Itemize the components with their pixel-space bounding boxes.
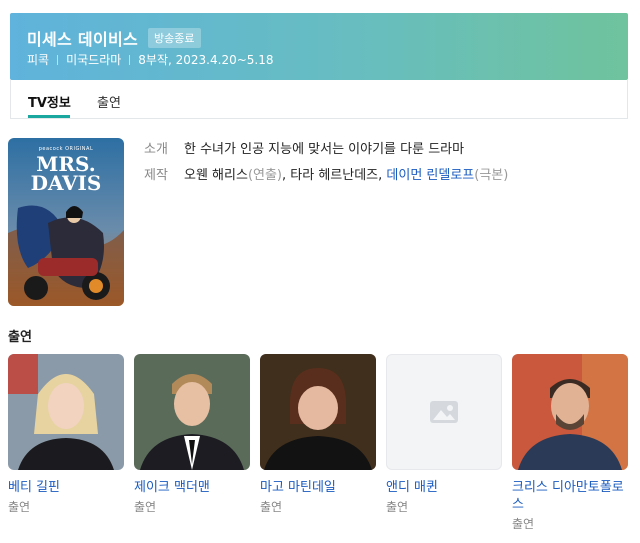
- cast-section-title: 출연: [8, 330, 32, 345]
- production-row: 제작 오웬 해리스(연출), 타라 헤르난데즈, 데이먼 린델로프(극본): [144, 163, 508, 189]
- credit-role: (극본): [474, 168, 509, 183]
- cast-card[interactable]: 베티 길핀 출연: [8, 354, 124, 515]
- program-meta: 피콕 미국드라마 8부작, 2023.4.20~5.18: [27, 51, 274, 68]
- cast-photo[interactable]: [134, 354, 250, 470]
- cast-role: 출연: [134, 500, 157, 514]
- cast-card[interactable]: 마고 마틴데일 출연: [260, 354, 376, 515]
- cast-photo-image: [8, 354, 124, 470]
- active-tab-indicator: [28, 115, 70, 118]
- cast-name[interactable]: 베티 길핀: [8, 479, 124, 496]
- title-row: 미세스 데이비스 방송종료: [27, 26, 201, 50]
- production-credits: 오웬 해리스(연출), 타라 헤르난데즈, 데이먼 린델로프(극본): [184, 163, 508, 189]
- cast-photo[interactable]: [260, 354, 376, 470]
- tab-bar: TV정보 출연: [10, 80, 628, 119]
- summary-text: 한 수녀가 인공 지능에 맞서는 이야기를 다룬 드라마: [184, 142, 465, 157]
- episodes-dates: 8부작, 2023.4.20~5.18: [138, 53, 274, 67]
- cast-card[interactable]: 제이크 맥더맨 출연: [134, 354, 250, 515]
- summary-row: 소개 한 수녀가 인공 지능에 맞서는 이야기를 다룬 드라마: [144, 137, 508, 163]
- tab-tv-info[interactable]: TV정보: [28, 92, 71, 111]
- cast-name[interactable]: 마고 마틴데일: [260, 479, 376, 496]
- credit-name: 오웬 해리스: [184, 168, 248, 183]
- cast-photo-image: [134, 354, 250, 470]
- cast-photo-image: [260, 354, 376, 470]
- program-header: 미세스 데이비스 방송종료 피콕 미국드라마 8부작, 2023.4.20~5.…: [10, 13, 628, 80]
- program-title[interactable]: 미세스 데이비스: [27, 26, 138, 50]
- cast-card[interactable]: 앤디 매퀸 출연: [386, 354, 502, 515]
- summary-label: 소개: [144, 142, 168, 157]
- credit-name-link[interactable]: 데이먼 린델로프: [386, 168, 474, 183]
- cast-photo[interactable]: [8, 354, 124, 470]
- tab-cast[interactable]: 출연: [97, 92, 121, 111]
- cast-name[interactable]: 제이크 맥더맨: [134, 479, 250, 496]
- image-placeholder-icon: [430, 401, 458, 423]
- meta-divider: [57, 54, 59, 65]
- cast-role: 출연: [512, 517, 535, 531]
- cast-photo-image: [512, 354, 628, 470]
- cast-card[interactable]: 크리스 디아만토폴로스 출연: [512, 354, 628, 532]
- poster-title-line2: DAVIS: [30, 171, 102, 195]
- cast-name[interactable]: 크리스 디아만토폴로스: [512, 479, 628, 513]
- credit-role: (연출): [247, 168, 283, 183]
- cast-role: 출연: [260, 500, 283, 514]
- cast-role: 출연: [8, 500, 31, 514]
- credit-name: 타라 헤르난데즈: [290, 168, 379, 183]
- poster-image[interactable]: peacock ORIGINAL MRS. DAVIS: [8, 138, 124, 306]
- cast-photo[interactable]: [512, 354, 628, 470]
- program-info: 소개 한 수녀가 인공 지능에 맞서는 이야기를 다룬 드라마 제작 오웬 해리…: [144, 137, 508, 189]
- network-label: 피콕: [27, 53, 50, 67]
- cast-name[interactable]: 앤디 매퀸: [386, 479, 502, 496]
- category-label: 미국드라마: [66, 53, 122, 67]
- cast-role: 출연: [386, 500, 409, 514]
- cast-photo-placeholder[interactable]: [386, 354, 502, 470]
- production-label: 제작: [144, 168, 168, 183]
- status-badge: 방송종료: [148, 28, 201, 48]
- meta-divider: [129, 54, 131, 65]
